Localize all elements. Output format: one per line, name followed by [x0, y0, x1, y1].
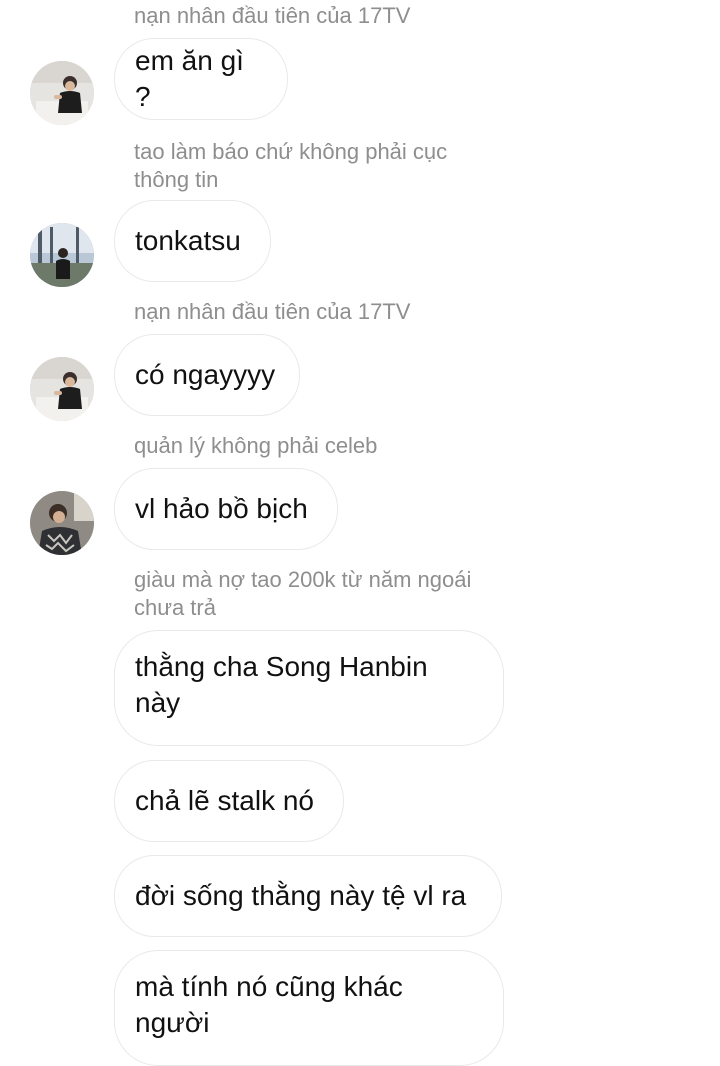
message-text: tonkatsu	[135, 225, 241, 256]
message-bubble[interactable]: tonkatsu	[114, 200, 271, 282]
message-text: có ngayyyy	[135, 359, 276, 390]
message-bubble[interactable]: em ăn gì ?	[114, 38, 288, 120]
sender-name: giàu mà nợ tao 200k từ năm ngoái chưa tr…	[134, 567, 472, 620]
message-bubble[interactable]: có ngayyyy	[114, 334, 300, 416]
sender-name: nạn nhân đầu tiên của 17TV	[134, 299, 411, 324]
message-bubble[interactable]: vl hảo bồ bịch	[114, 468, 338, 550]
message-bubble[interactable]: mà tính nó cũng khác người	[114, 950, 504, 1066]
message-text: vl hảo bồ bịch	[135, 493, 308, 524]
message-bubble[interactable]: chả lẽ stalk nó	[114, 760, 344, 842]
man-sitting-photo-icon	[30, 61, 94, 125]
man-patterned-shirt-photo-icon	[30, 491, 94, 555]
message-text: chả lẽ stalk nó	[135, 785, 314, 816]
sender-name: tao làm báo chứ không phải cục thông tin	[134, 139, 448, 192]
avatar[interactable]	[30, 357, 94, 421]
message-text: thằng cha Song Hanbin này	[135, 651, 428, 718]
message-bubble[interactable]: đời sống thằng này tệ vl ra	[114, 855, 502, 937]
man-sitting-photo-icon	[30, 357, 94, 421]
avatar[interactable]	[30, 223, 94, 287]
message-text: em ăn gì ?	[135, 45, 244, 112]
sender-name: nạn nhân đầu tiên của 17TV	[134, 3, 411, 28]
avatar[interactable]	[30, 491, 94, 555]
person-by-window-photo-icon	[30, 223, 94, 287]
message-text: đời sống thằng này tệ vl ra	[135, 880, 467, 911]
sender-name: quản lý không phải celeb	[134, 433, 378, 458]
message-bubble[interactable]: thằng cha Song Hanbin này	[114, 630, 504, 746]
message-text: mà tính nó cũng khác người	[135, 971, 403, 1038]
avatar[interactable]	[30, 61, 94, 125]
